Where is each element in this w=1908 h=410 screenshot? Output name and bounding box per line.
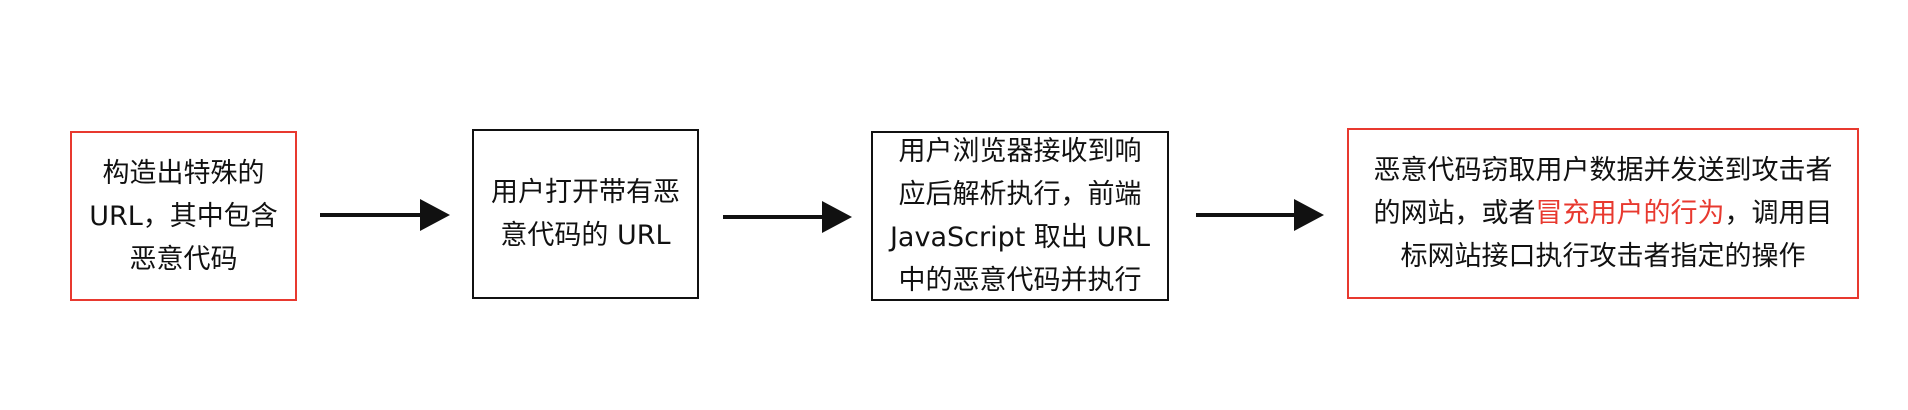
step-1-construct-url: 构造出特殊的 URL，其中包含 恶意代码 bbox=[70, 131, 297, 301]
step-3-browser-executes: 用户浏览器接收到响 应后解析执行，前端 JavaScript 取出 URL 中的… bbox=[871, 131, 1169, 301]
step-1-line-3: 恶意代码 bbox=[129, 243, 238, 275]
step-1-line-1: 构造出特殊的 bbox=[102, 157, 265, 189]
arrow-2 bbox=[723, 201, 852, 233]
step-4-line-2-before: 的网站，或者 bbox=[1373, 198, 1536, 229]
step-4-steal-data: 恶意代码窃取用户数据并发送到攻击者 的网站，或者冒充用户的行为，调用目 标网站接… bbox=[1347, 128, 1859, 299]
arrow-1 bbox=[320, 199, 450, 231]
step-3-line-1: 用户浏览器接收到响 bbox=[898, 136, 1142, 167]
step-4-highlight-impersonate: 冒充用户的行为 bbox=[1535, 198, 1725, 229]
step-3-line-2: 应后解析执行，前端 bbox=[898, 179, 1142, 210]
step-2-text: 用户打开带有恶 意代码的 URL bbox=[491, 171, 680, 257]
step-1-line-2: URL，其中包含 bbox=[89, 200, 278, 232]
step-4-line-1: 恶意代码窃取用户数据并发送到攻击者 bbox=[1373, 155, 1833, 186]
step-2-line-1: 用户打开带有恶 bbox=[491, 177, 680, 208]
step-4-text: 恶意代码窃取用户数据并发送到攻击者 的网站，或者冒充用户的行为，调用目 标网站接… bbox=[1374, 149, 1833, 278]
step-3-line-4: 中的恶意代码并执行 bbox=[898, 265, 1142, 296]
step-4-line-3: 标网站接口执行攻击者指定的操作 bbox=[1400, 241, 1806, 272]
arrow-3 bbox=[1196, 199, 1324, 231]
step-3-line-3: JavaScript 取出 URL bbox=[889, 222, 1151, 253]
step-3-text: 用户浏览器接收到响 应后解析执行，前端 JavaScript 取出 URL 中的… bbox=[890, 130, 1150, 302]
step-4-line-2: 的网站，或者冒充用户的行为，调用目 bbox=[1374, 192, 1833, 235]
step-1-text: 构造出特殊的 URL，其中包含 恶意代码 bbox=[89, 152, 278, 281]
step-2-line-2: 意代码的 URL bbox=[500, 220, 671, 251]
step-2-user-opens-url: 用户打开带有恶 意代码的 URL bbox=[472, 129, 699, 299]
step-4-line-2-after: ，调用目 bbox=[1724, 198, 1833, 229]
